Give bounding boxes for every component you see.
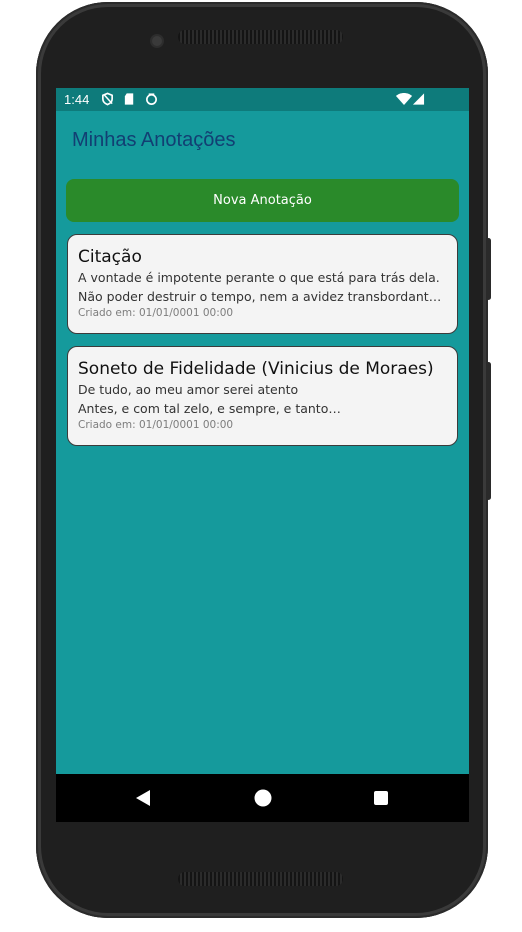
status-bar: 1:44: [56, 88, 469, 111]
power-button: [486, 238, 491, 300]
note-card-citacao[interactable]: Citação A vontade é impotente perante o …: [67, 234, 458, 334]
sd-card-icon: [124, 93, 134, 105]
new-note-button[interactable]: Nova Anotação: [66, 179, 459, 222]
signal-icon: [412, 93, 425, 105]
note-card-soneto[interactable]: Soneto de Fidelidade (Vinicius de Moraes…: [67, 346, 458, 446]
camera-icon: [152, 36, 162, 46]
note-line: Não poder destruir o tempo, nem a avidez…: [78, 289, 442, 304]
bottom-speaker: [178, 872, 343, 886]
app-screen: 1:44 Minhas Anotações Nova Anotação Cita…: [56, 88, 469, 822]
shield-icon: [102, 92, 113, 106]
note-title: Soneto de Fidelidade (Vinicius de Moraes…: [78, 359, 434, 379]
note-date: Criado em: 01/01/0001 00:00: [78, 419, 234, 431]
note-date: Criado em: 01/01/0001 00:00: [78, 307, 234, 319]
back-icon[interactable]: [134, 788, 152, 808]
note-title: Citação: [78, 247, 142, 267]
note-line: A vontade é impotente perante o que está…: [78, 270, 440, 285]
navigation-bar: [56, 774, 469, 822]
home-icon[interactable]: [253, 788, 273, 808]
recents-icon[interactable]: [372, 788, 390, 808]
status-time: 1:44: [64, 92, 90, 107]
wifi-icon: [396, 93, 412, 105]
top-speaker: [178, 30, 343, 44]
page-title: Minhas Anotações: [72, 129, 236, 151]
sync-icon: [146, 93, 157, 105]
note-line: Antes, e com tal zelo, e sempre, e tanto…: [78, 401, 341, 416]
volume-button: [486, 362, 491, 500]
note-line: De tudo, ao meu amor serei atento: [78, 382, 299, 397]
